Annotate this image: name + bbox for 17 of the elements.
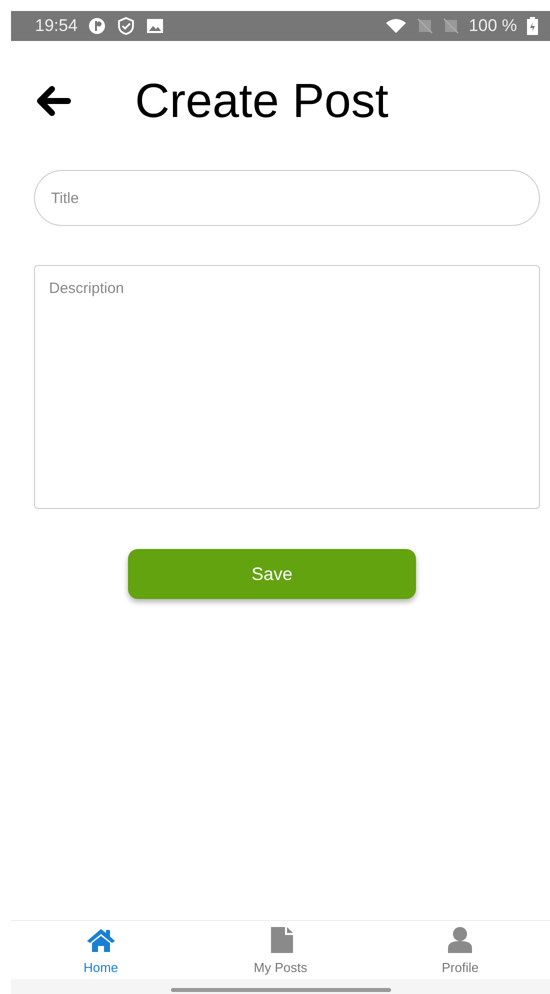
wifi-icon bbox=[384, 18, 407, 34]
shield-check-icon bbox=[116, 16, 136, 36]
no-signal-icon bbox=[416, 18, 433, 34]
no-signal-icon bbox=[442, 18, 459, 34]
nav-tab[interactable]: Profile bbox=[370, 921, 550, 979]
save-button[interactable]: Save bbox=[128, 549, 416, 599]
description-field[interactable]: Description bbox=[34, 265, 540, 509]
status-time: 19:54 bbox=[35, 16, 78, 36]
battery-charging-icon bbox=[527, 17, 538, 35]
nav-tab[interactable]: Home bbox=[11, 921, 191, 979]
nav-tab[interactable]: My Posts bbox=[190, 921, 370, 979]
title-field[interactable]: Title bbox=[34, 170, 540, 226]
page-title: Create Post bbox=[135, 74, 388, 128]
battery-percent: 100 % bbox=[468, 16, 517, 36]
app-icon bbox=[88, 17, 106, 35]
back-arrow-icon[interactable] bbox=[37, 86, 71, 116]
image-icon bbox=[146, 18, 164, 34]
